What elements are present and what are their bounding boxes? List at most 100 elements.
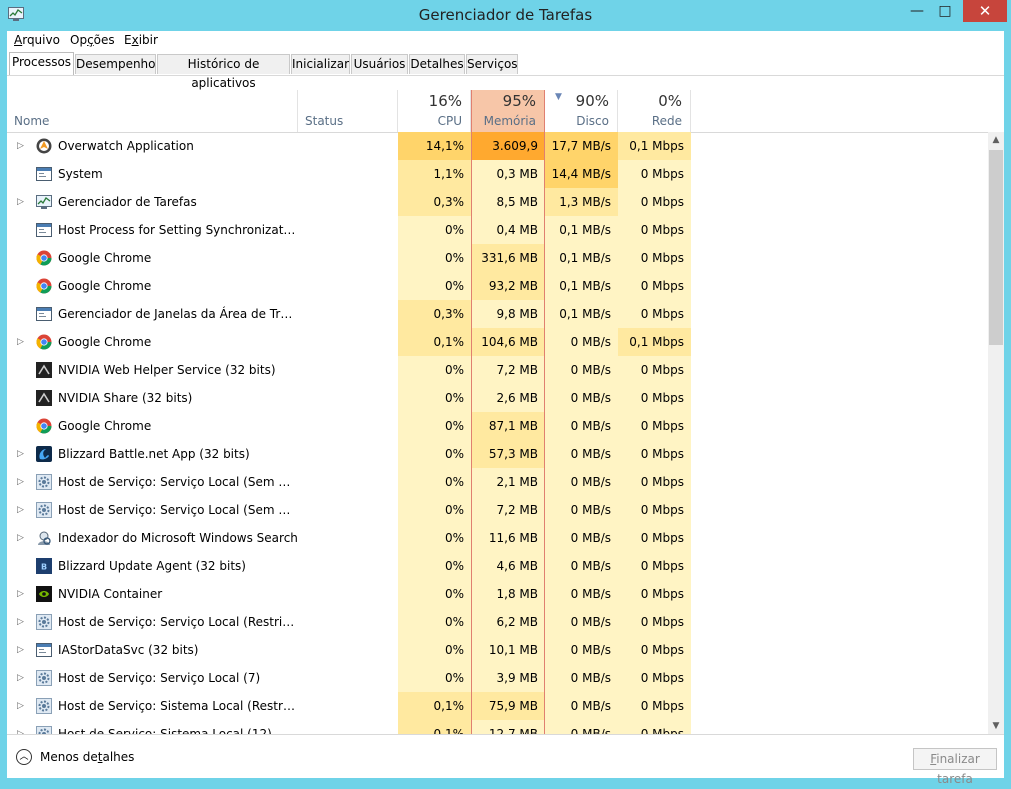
process-row[interactable]: ▷ NVIDIA Container 0% 1,8 MB 0 MB/s 0 Mbps	[7, 580, 987, 608]
col-status[interactable]: Status	[298, 90, 398, 132]
cpu-cell: 0%	[398, 384, 471, 412]
process-row[interactable]: ▷ Host de Serviço: Sistema Local (Restrit…	[7, 692, 987, 720]
tab-detalhes[interactable]: Detalhes	[409, 54, 465, 74]
expand-arrow-icon[interactable]: ▷	[17, 664, 27, 692]
chrome-icon	[36, 278, 52, 294]
process-row[interactable]: ▷ Host de Serviço: Serviço Local (Sem Rep…	[7, 468, 987, 496]
network-cell: 0,1 Mbps	[618, 132, 691, 160]
process-row[interactable]: Google Chrome 0% 87,1 MB 0 MB/s 0 Mbps	[7, 412, 987, 440]
process-row[interactable]: ▷ Google Chrome 0,1% 104,6 MB 0 MB/s 0,1 Mbps	[7, 328, 987, 356]
process-row[interactable]: System 1,1% 0,3 MB 14,4 MB/s 0 Mbps	[7, 160, 987, 188]
disk-cell: 0 MB/s	[545, 580, 618, 608]
col-disk[interactable]: ▼ 90% Disco	[545, 90, 618, 132]
title-bar[interactable]: Gerenciador de Tarefas — □ ✕	[0, 0, 1011, 31]
minimize-button[interactable]: —	[903, 0, 931, 22]
expand-arrow-icon[interactable]: ▷	[17, 692, 27, 720]
network-cell: 0 Mbps	[618, 524, 691, 552]
disk-cell: 14,4 MB/s	[545, 160, 618, 188]
vertical-scrollbar[interactable]: ▲ ▼	[988, 132, 1004, 734]
battlenet-icon	[36, 446, 52, 462]
memory-cell: 7,2 MB	[471, 496, 545, 524]
network-cell: 0 Mbps	[618, 300, 691, 328]
process-row[interactable]: NVIDIA Share (32 bits) 0% 2,6 MB 0 MB/s 0 Mb…	[7, 384, 987, 412]
cpu-cell: 0,3%	[398, 188, 471, 216]
col-network[interactable]: 0% Rede	[618, 90, 691, 132]
nvidia-icon	[36, 586, 52, 602]
tab-desempenho[interactable]: Desempenho	[75, 54, 156, 74]
memory-cell: 7,2 MB	[471, 356, 545, 384]
process-name: System	[58, 167, 103, 181]
window-title: Gerenciador de Tarefas	[418, 6, 593, 24]
tab-servicos[interactable]: Serviços	[466, 54, 518, 74]
tab-processos[interactable]: Processos	[9, 52, 74, 75]
expand-arrow-icon[interactable]: ▷	[17, 580, 27, 608]
menu-bar: Arquivo Opções Exibir	[7, 31, 1004, 50]
expand-arrow-icon[interactable]: ▷	[17, 132, 27, 160]
process-row[interactable]: B Blizzard Update Agent (32 bits) 0% 4,6 MB…	[7, 552, 987, 580]
less-details-link[interactable]: Menos detalhes	[40, 750, 134, 764]
process-row[interactable]: ▷ Host de Serviço: Serviço Local (7) 0% 3,9…	[7, 664, 987, 692]
process-row[interactable]: ▷ Host de Serviço: Sistema Local (12) 0,1%…	[7, 720, 987, 734]
network-cell: 0 Mbps	[618, 160, 691, 188]
expand-arrow-icon[interactable]: ▷	[17, 636, 27, 664]
scroll-down-icon[interactable]: ▼	[988, 718, 1004, 734]
task-manager-window: Gerenciador de Tarefas — □ ✕ Arquivo Opç…	[0, 0, 1011, 786]
process-row[interactable]: Google Chrome 0% 331,6 MB 0,1 MB/s 0 Mbps	[7, 244, 987, 272]
scroll-up-icon[interactable]: ▲	[988, 132, 1004, 148]
col-cpu[interactable]: 16% CPU	[398, 90, 471, 132]
process-row[interactable]: ▷ Indexador do Microsoft Windows Search 0%…	[7, 524, 987, 552]
window-icon	[36, 166, 52, 182]
expand-arrow-icon[interactable]: ▷	[17, 524, 27, 552]
process-name: Blizzard Battle.net App (32 bits)	[58, 447, 250, 461]
process-name: Host de Serviço: Serviço Local (Restrito…	[58, 615, 298, 629]
col-name[interactable]: Nome	[7, 90, 298, 132]
process-row[interactable]: ▷ Host de Serviço: Serviço Local (Restrit…	[7, 608, 987, 636]
expand-arrow-icon[interactable]: ▷	[17, 328, 27, 356]
cpu-cell: 0,3%	[398, 300, 471, 328]
disk-cell: 0 MB/s	[545, 720, 618, 734]
network-cell: 0 Mbps	[618, 412, 691, 440]
close-button[interactable]: ✕	[963, 0, 1007, 22]
menu-arquivo[interactable]: Arquivo	[14, 33, 60, 47]
end-task-button[interactable]: Finalizar tarefa	[913, 748, 997, 786]
menu-exibir[interactable]: Exibir	[124, 33, 158, 47]
memory-cell: 3,9 MB	[471, 664, 545, 692]
process-row[interactable]: ▷ Overwatch Application 14,1%3.609,9 MB17,…	[7, 132, 987, 181]
process-list[interactable]: ▷ Overwatch Application 14,1%3.609,9 MB17,…	[7, 132, 987, 734]
process-row[interactable]: NVIDIA Web Helper Service (32 bits) 0% 7,2…	[7, 356, 987, 384]
process-name: IAStorDataSvc (32 bits)	[58, 643, 199, 657]
chevron-up-icon[interactable]: ︿	[16, 749, 32, 765]
scrollbar-thumb[interactable]	[989, 150, 1003, 345]
process-row[interactable]: ▷ Blizzard Battle.net App (32 bits) 0% 57,3…	[7, 440, 987, 468]
network-cell: 0 Mbps	[618, 216, 691, 244]
process-name: Google Chrome	[58, 279, 152, 293]
maximize-button[interactable]: □	[931, 0, 959, 22]
process-row[interactable]: ▷ Gerenciador de Tarefas 0,3% 8,5 MB 1,3 MB/…	[7, 188, 987, 216]
network-total: 0%	[658, 92, 682, 110]
network-cell: 0 Mbps	[618, 720, 691, 734]
tab-historico[interactable]: Histórico de aplicativos	[157, 54, 290, 90]
tab-inicializar[interactable]: Inicializar	[291, 54, 350, 74]
expand-arrow-icon[interactable]: ▷	[17, 468, 27, 496]
network-cell: 0 Mbps	[618, 272, 691, 300]
expand-arrow-icon[interactable]: ▷	[17, 720, 27, 734]
col-memory[interactable]: 95% Memória	[471, 90, 545, 132]
network-cell: 0 Mbps	[618, 636, 691, 664]
process-row[interactable]: Host Process for Setting Synchronization…	[7, 216, 987, 244]
process-row[interactable]: Gerenciador de Janelas da Área de Trabal…	[7, 300, 987, 328]
menu-opcoes[interactable]: Opções	[70, 33, 115, 47]
network-cell: 0,1 Mbps	[618, 328, 691, 356]
cpu-cell: 0%	[398, 216, 471, 244]
expand-arrow-icon[interactable]: ▷	[17, 608, 27, 636]
process-row[interactable]: ▷ Host de Serviço: Serviço Local (Sem Red…	[7, 496, 987, 524]
network-cell: 0 Mbps	[618, 440, 691, 468]
process-row[interactable]: Google Chrome 0% 93,2 MB 0,1 MB/s 0 Mbps	[7, 272, 987, 300]
process-row[interactable]: ▷ IAStorDataSvc (32 bits) 0% 10,1 MB 0 MB/s 0…	[7, 636, 987, 664]
cpu-cell: 0,1%	[398, 720, 471, 734]
disk-cell: 17,7 MB/s	[545, 132, 618, 160]
expand-arrow-icon[interactable]: ▷	[17, 496, 27, 524]
process-name: Google Chrome	[58, 419, 152, 433]
expand-arrow-icon[interactable]: ▷	[17, 188, 27, 216]
tab-usuarios[interactable]: Usuários	[351, 54, 408, 74]
expand-arrow-icon[interactable]: ▷	[17, 440, 27, 468]
